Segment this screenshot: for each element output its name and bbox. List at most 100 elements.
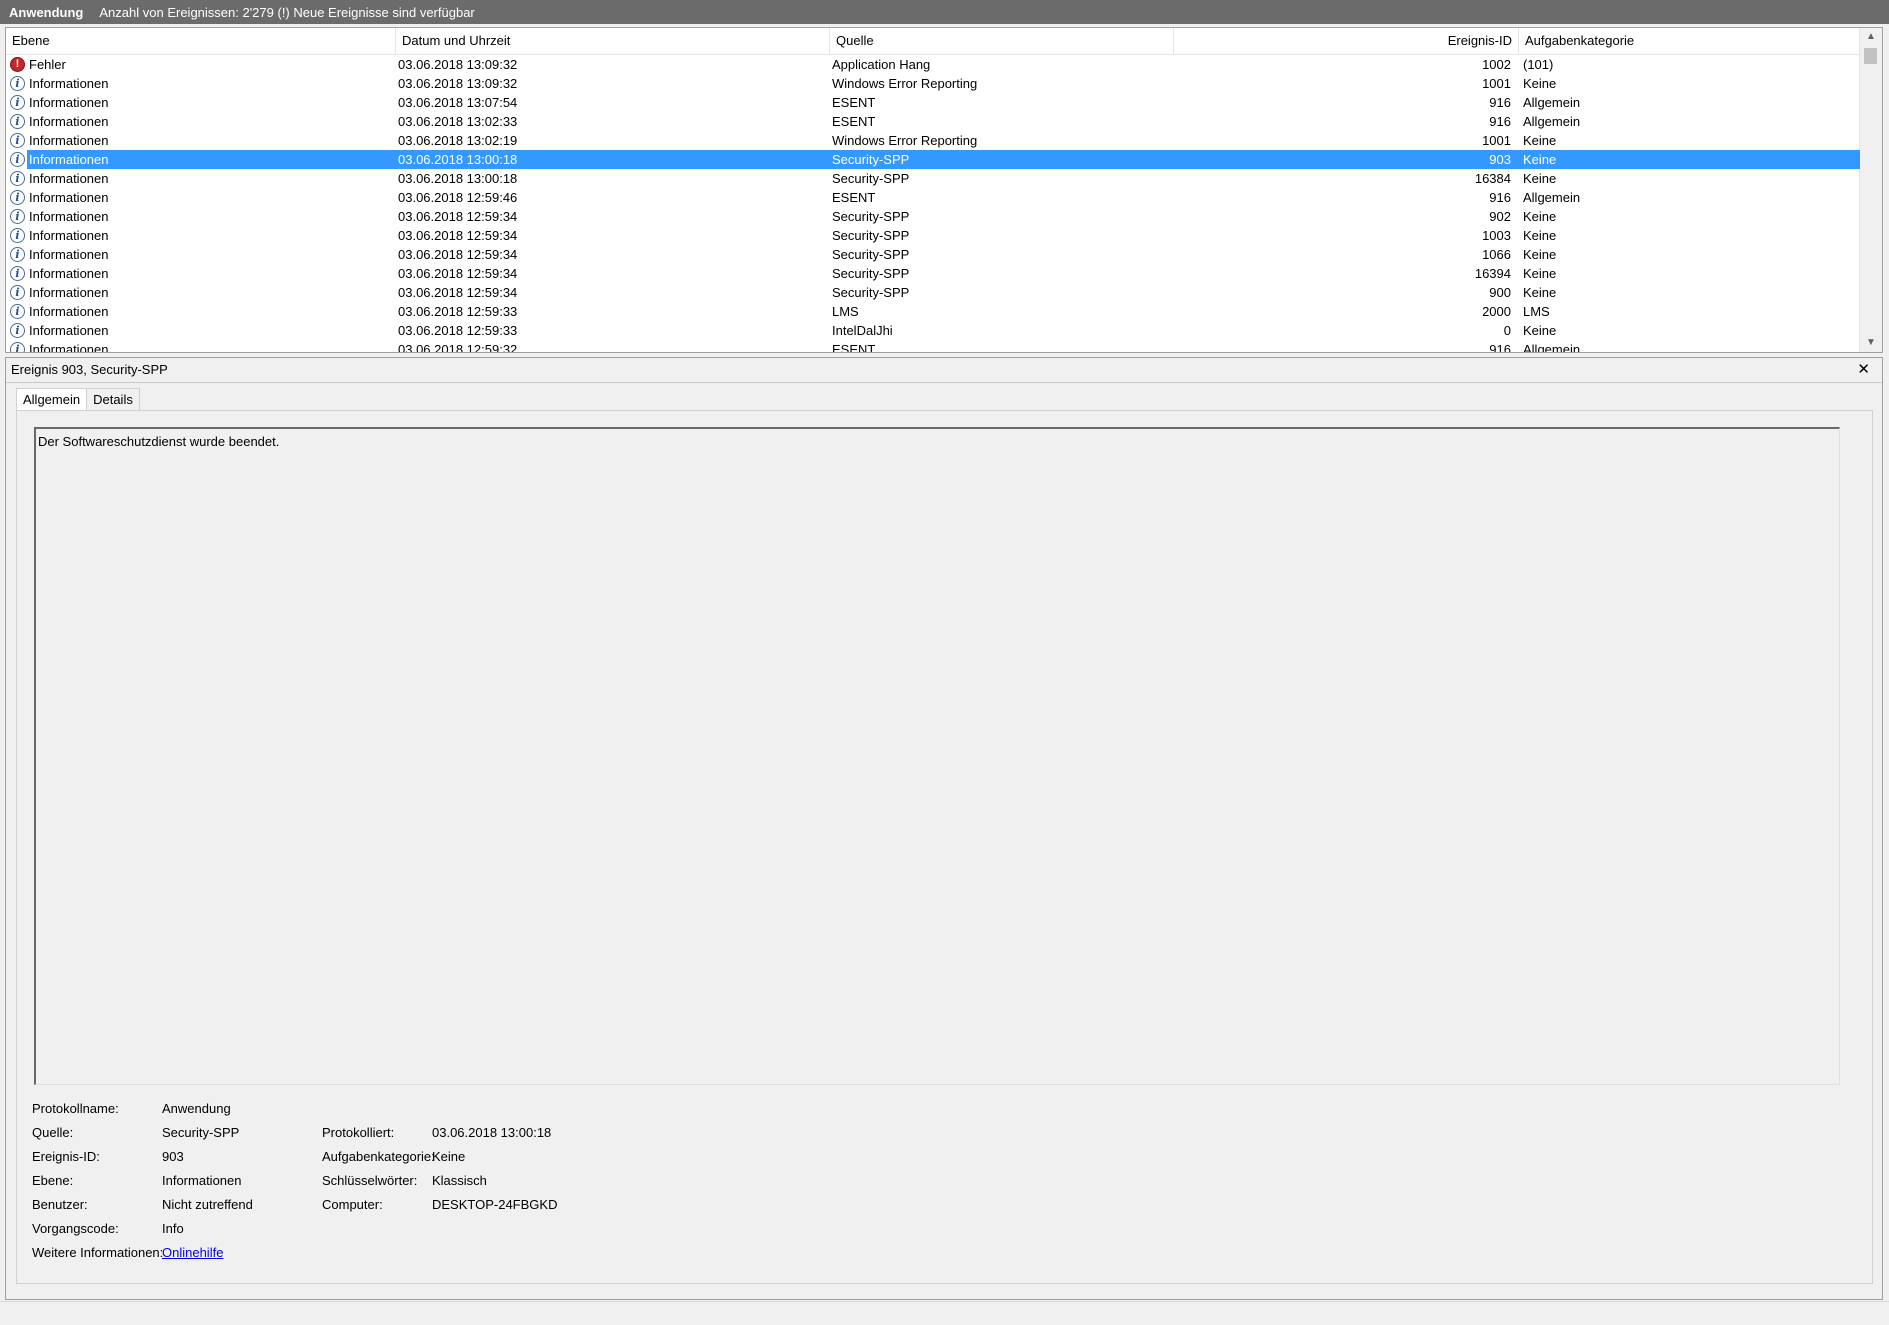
scroll-thumb[interactable] xyxy=(1864,48,1877,64)
cell-level-text: Informationen xyxy=(29,266,109,281)
table-row[interactable]: i Informationen 03.06.2018 13:07:54 ESENT 91… xyxy=(6,93,1860,112)
column-header-bar: Ebene Datum und Uhrzeit Quelle Ereignis-… xyxy=(6,28,1860,55)
cell-category: Keine xyxy=(1523,209,1557,224)
column-header-source[interactable]: Quelle xyxy=(830,28,1174,54)
value-keywords: Klassisch xyxy=(432,1173,487,1188)
tab-allgemein[interactable]: Allgemein xyxy=(16,388,88,411)
cell-event-id: 1001 xyxy=(1482,76,1511,91)
cell-category: Allgemein xyxy=(1523,342,1581,353)
table-row[interactable]: i Informationen 03.06.2018 12:59:34 Securit… xyxy=(6,226,1860,245)
cell-category: Allgemein xyxy=(1523,95,1581,110)
cell-event-id: 16384 xyxy=(1474,171,1511,186)
cell-level: i Informationen xyxy=(10,245,394,264)
cell-level-text: Informationen xyxy=(29,133,109,148)
cell-level-text: Informationen xyxy=(29,342,109,353)
cell-category: Keine xyxy=(1523,133,1557,148)
info-icon: i xyxy=(10,304,25,319)
info-icon: i xyxy=(10,266,25,281)
info-icon: i xyxy=(10,228,25,243)
table-row[interactable]: i Informationen 03.06.2018 12:59:34 Securit… xyxy=(6,264,1860,283)
close-icon[interactable]: ✕ xyxy=(1857,358,1870,382)
info-icon: i xyxy=(10,342,25,352)
column-header-category[interactable]: Aufgabenkategorie xyxy=(1519,28,1860,54)
table-row[interactable]: i Informationen 03.06.2018 12:59:34 Securit… xyxy=(6,283,1860,302)
label-more-info: Weitere Informationen: xyxy=(32,1245,164,1260)
event-message-box[interactable]: Der Softwareschutzdienst wurde beendet. xyxy=(34,427,1840,1085)
table-row[interactable]: i Informationen 03.06.2018 12:59:46 ESENT 91… xyxy=(6,188,1860,207)
info-icon: i xyxy=(10,76,25,91)
cell-level-text: Informationen xyxy=(29,114,109,129)
cell-level: i Informationen xyxy=(10,226,394,245)
event-count-info: Anzahl von Ereignissen: 2'279 (!) Neue E… xyxy=(99,4,475,20)
value-user: Nicht zutreffend xyxy=(162,1197,253,1212)
cell-date: 03.06.2018 12:59:46 xyxy=(398,190,518,205)
title-bar: Anwendung Anzahl von Ereignissen: 2'279 … xyxy=(0,0,1889,24)
cell-category: Keine xyxy=(1523,228,1557,243)
table-row[interactable]: i Informationen 03.06.2018 13:09:32 Windows… xyxy=(6,74,1860,93)
cell-level: i Informationen xyxy=(10,74,394,93)
cell-level: i Informationen xyxy=(10,131,394,150)
cell-event-id: 916 xyxy=(1489,342,1511,353)
cell-level-text: Informationen xyxy=(29,323,109,338)
table-row[interactable]: i Informationen 03.06.2018 13:00:18 Securit… xyxy=(6,169,1860,188)
table-row[interactable]: i Informationen 03.06.2018 12:59:34 Securit… xyxy=(6,245,1860,264)
cell-category: Keine xyxy=(1523,323,1557,338)
cell-source: Security-SPP xyxy=(832,285,910,300)
cell-level: ! Fehler xyxy=(10,55,394,74)
tab-details[interactable]: Details xyxy=(86,388,140,410)
cell-level-text: Fehler xyxy=(29,57,66,72)
event-message: Der Softwareschutzdienst wurde beendet. xyxy=(38,434,280,449)
value-log-name: Anwendung xyxy=(162,1101,231,1116)
column-header-event-id[interactable]: Ereignis-ID xyxy=(1174,28,1519,54)
cell-level: i Informationen xyxy=(10,283,394,302)
cell-category: Keine xyxy=(1523,285,1557,300)
scroll-down-icon[interactable]: ▼ xyxy=(1860,334,1882,352)
vertical-scrollbar[interactable]: ▲ ▼ xyxy=(1859,28,1882,352)
cell-event-id: 1002 xyxy=(1482,57,1511,72)
online-help-link[interactable]: Onlinehilfe xyxy=(162,1245,223,1260)
cell-category: Keine xyxy=(1523,247,1557,262)
cell-category: (101) xyxy=(1523,57,1554,72)
cell-level: i Informationen xyxy=(10,188,394,207)
event-list[interactable]: Ebene Datum und Uhrzeit Quelle Ereignis-… xyxy=(5,27,1883,353)
value-logged: 03.06.2018 13:00:18 xyxy=(432,1125,552,1140)
table-row[interactable]: i Informationen 03.06.2018 12:59:33 LMS 2000… xyxy=(6,302,1860,321)
cell-source: Security-SPP xyxy=(832,209,910,224)
cell-source: Windows Error Reporting xyxy=(832,133,978,148)
table-row[interactable]: i Informationen 03.06.2018 13:02:19 Windows… xyxy=(6,131,1860,150)
cell-source: Application Hang xyxy=(832,57,931,72)
cell-event-id: 916 xyxy=(1489,95,1511,110)
cell-category: LMS xyxy=(1523,304,1550,319)
scroll-up-icon[interactable]: ▲ xyxy=(1860,28,1882,46)
value-computer: DESKTOP-24FBGKD xyxy=(432,1197,558,1212)
table-row[interactable]: i Informationen 03.06.2018 13:00:18 Securit… xyxy=(6,150,1860,169)
info-icon: i xyxy=(10,323,25,338)
value-opcode: Info xyxy=(162,1221,184,1236)
column-header-date[interactable]: Datum und Uhrzeit xyxy=(396,28,830,54)
detail-title: Ereignis 903, Security-SPP xyxy=(11,362,168,377)
event-rows: ! Fehler 03.06.2018 13:09:32 Application Ha… xyxy=(6,55,1860,353)
cell-source: Security-SPP xyxy=(832,228,910,243)
cell-level-text: Informationen xyxy=(29,228,109,243)
cell-source: ESENT xyxy=(832,342,876,353)
table-row[interactable]: ! Fehler 03.06.2018 13:09:32 Application Ha… xyxy=(6,55,1860,74)
label-source: Quelle: xyxy=(32,1125,74,1140)
info-icon: i xyxy=(10,190,25,205)
value-level: Informationen xyxy=(162,1173,242,1188)
column-header-level[interactable]: Ebene xyxy=(6,28,396,54)
cell-event-id: 1001 xyxy=(1482,133,1511,148)
event-detail-pane: Ereignis 903, Security-SPP ✕ Allgemein D… xyxy=(5,357,1883,1300)
detail-tabs: Allgemein Details xyxy=(16,388,140,411)
table-row[interactable]: i Informationen 03.06.2018 12:59:34 Securit… xyxy=(6,207,1860,226)
cell-source: ESENT xyxy=(832,190,876,205)
cell-category: Keine xyxy=(1521,150,1860,169)
cell-level-text: Informationen xyxy=(29,171,109,186)
cell-date: 03.06.2018 13:09:32 xyxy=(398,57,518,72)
cell-event-id: 1003 xyxy=(1482,228,1511,243)
table-row[interactable]: i Informationen 03.06.2018 13:02:33 ESENT 91… xyxy=(6,112,1860,131)
label-task-category: Aufgabenkategorie: xyxy=(322,1149,435,1164)
table-row[interactable]: i Informationen 03.06.2018 12:59:32 ESENT 91… xyxy=(6,340,1860,353)
label-event-id: Ereignis-ID: xyxy=(32,1149,100,1164)
info-icon: i xyxy=(10,171,25,186)
table-row[interactable]: i Informationen 03.06.2018 12:59:33 IntelDa… xyxy=(6,321,1860,340)
